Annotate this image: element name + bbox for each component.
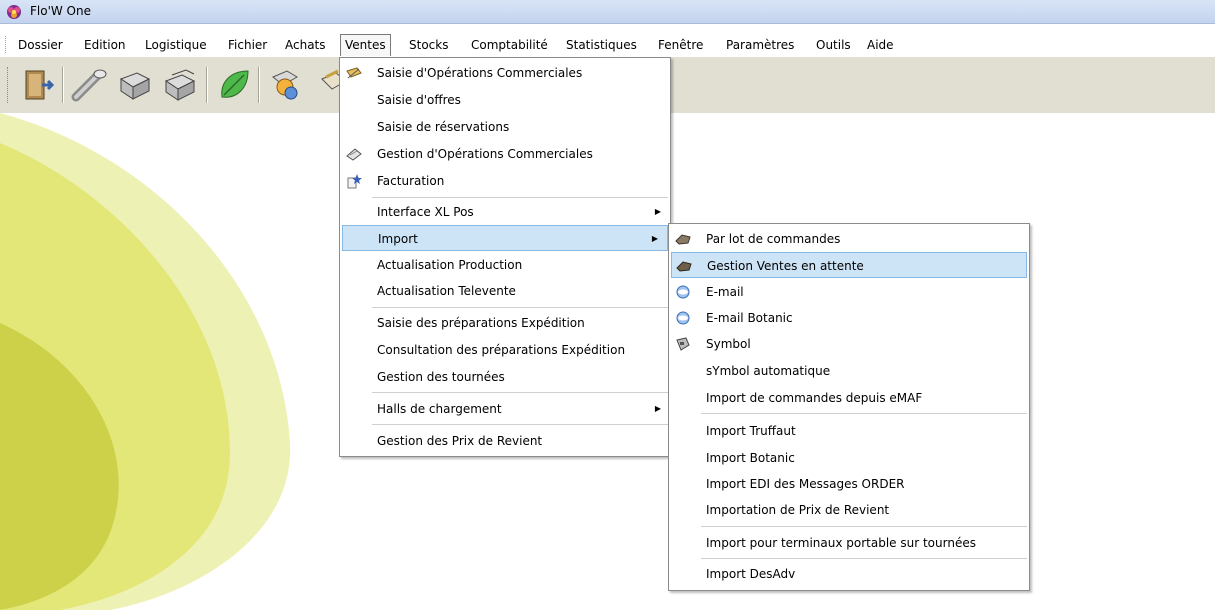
invoice-star-icon	[347, 174, 362, 189]
menu-fenetre[interactable]: Fenêtre	[654, 34, 707, 56]
menu-item-par-lot-commandes[interactable]: Par lot de commandes	[669, 226, 1029, 252]
menu-separator	[372, 307, 668, 308]
submenu-arrow-icon: ▶	[654, 404, 661, 413]
toolbar-grip	[7, 67, 11, 103]
menu-item-saisie-reservations[interactable]: Saisie de réservations	[340, 114, 670, 140]
menu-item-email-botanic[interactable]: E-mail Botanic	[669, 305, 1029, 331]
toolbar-separator	[258, 67, 260, 103]
menu-item-import-emaf[interactable]: Import de commandes depuis eMAF	[669, 385, 1029, 411]
submenu-arrow-icon: ▶	[651, 234, 658, 243]
menu-item-saisie-operations[interactable]: Saisie d'Opérations Commerciales	[340, 60, 670, 86]
user-coin-icon[interactable]	[265, 65, 305, 105]
menu-dossier[interactable]: Dossier	[14, 34, 67, 56]
toolbar-separator	[62, 67, 64, 103]
menu-item-import-edi[interactable]: Import EDI des Messages ORDER	[669, 471, 1029, 497]
menu-item-import-desadv[interactable]: Import DesAdv	[669, 561, 1029, 587]
menu-item-symbol[interactable]: Symbol	[669, 331, 1029, 357]
menubar-grip	[5, 36, 9, 53]
menu-item-import-terminaux[interactable]: Import pour terminaux portable sur tourn…	[669, 530, 1029, 556]
menu-fichier[interactable]: Fichier	[224, 34, 271, 56]
import-submenu: Par lot de commandes Gestion Ventes en a…	[668, 223, 1030, 591]
menu-item-facturation[interactable]: Facturation	[340, 168, 670, 194]
menu-outils[interactable]: Outils	[812, 34, 855, 56]
menu-item-import-truffaut[interactable]: Import Truffaut	[669, 418, 1029, 444]
rock-icon	[675, 234, 691, 245]
menu-ventes[interactable]: Ventes	[340, 34, 391, 56]
menu-item-consultation-preparations[interactable]: Consultation des préparations Expédition	[340, 337, 670, 363]
ribbon-pen-icon	[346, 67, 362, 79]
menu-separator	[372, 197, 668, 198]
menu-item-import[interactable]: Import ▶	[342, 225, 668, 251]
exit-door-icon[interactable]	[18, 65, 58, 105]
menu-logistique[interactable]: Logistique	[141, 34, 211, 56]
stamp-icon	[346, 148, 362, 161]
rock-icon	[676, 261, 692, 272]
toolbar-separator	[206, 67, 208, 103]
menu-item-gestion-prix-revient[interactable]: Gestion des Prix de Revient	[340, 428, 670, 454]
scanner-icon	[676, 337, 690, 351]
menu-item-halls-chargement[interactable]: Halls de chargement ▶	[340, 396, 670, 422]
menu-item-saisie-offres[interactable]: Saisie d'offres	[340, 87, 670, 113]
pipe-icon[interactable]	[70, 65, 110, 105]
menu-item-symbol-automatique[interactable]: sYmbol automatique	[669, 358, 1029, 384]
menu-bar: Dossier Edition Logistique Fichier Achat…	[0, 34, 1215, 56]
menu-item-gestion-operations[interactable]: Gestion d'Opérations Commerciales	[340, 141, 670, 167]
mail-globe-icon	[676, 285, 690, 299]
ventes-menu: Saisie d'Opérations Commerciales Saisie …	[339, 57, 671, 457]
menu-separator	[372, 392, 668, 393]
menu-stocks[interactable]: Stocks	[405, 34, 452, 56]
menu-item-import-botanic[interactable]: Import Botanic	[669, 445, 1029, 471]
menu-item-email[interactable]: E-mail	[669, 279, 1029, 305]
app-flower-icon	[7, 5, 21, 19]
menu-separator	[701, 413, 1027, 414]
menu-item-actualisation-televente[interactable]: Actualisation Televente	[340, 278, 670, 304]
menu-statistiques[interactable]: Statistiques	[562, 34, 641, 56]
menu-separator	[701, 526, 1027, 527]
menu-edition[interactable]: Edition	[80, 34, 130, 56]
menu-aide[interactable]: Aide	[863, 34, 898, 56]
menu-achats[interactable]: Achats	[281, 34, 330, 56]
window-title: Flo'W One	[30, 4, 91, 18]
menu-item-actualisation-production[interactable]: Actualisation Production	[340, 252, 670, 278]
menu-item-interface-xl-pos[interactable]: Interface XL Pos ▶	[340, 199, 670, 225]
crates-stack-icon[interactable]	[160, 65, 200, 105]
crates-icon[interactable]	[115, 65, 155, 105]
menu-parametres[interactable]: Paramètres	[722, 34, 798, 56]
menu-separator	[372, 424, 668, 425]
menu-item-saisie-preparations[interactable]: Saisie des préparations Expédition	[340, 310, 670, 336]
menu-item-importation-prix-revient[interactable]: Importation de Prix de Revient	[669, 497, 1029, 523]
submenu-arrow-icon: ▶	[654, 207, 661, 216]
title-bar: Flo'W One	[0, 0, 1215, 24]
menu-item-gestion-ventes-attente[interactable]: Gestion Ventes en attente	[671, 252, 1027, 278]
green-leaf-icon[interactable]	[214, 65, 254, 105]
menu-separator	[701, 558, 1027, 559]
menu-item-gestion-tournees[interactable]: Gestion des tournées	[340, 364, 670, 390]
mail-globe-icon	[676, 311, 690, 325]
menu-comptabilite[interactable]: Comptabilité	[467, 34, 552, 56]
